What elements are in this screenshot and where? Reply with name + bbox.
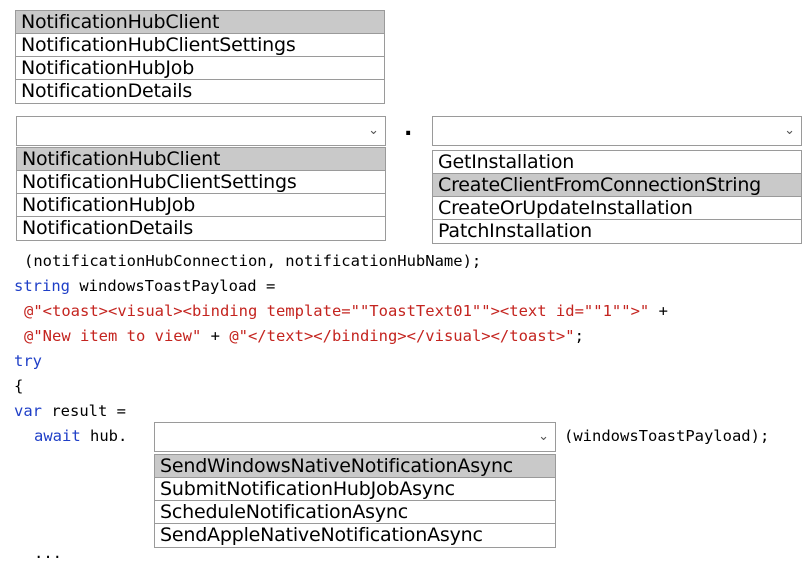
list-item[interactable]: SendWindowsNativeNotificationAsync	[155, 455, 555, 478]
list-item[interactable]: NotificationHubClientSettings	[16, 34, 384, 57]
send-method-listbox: SendWindowsNativeNotificationAsync Submi…	[154, 454, 556, 548]
code-keyword: await	[34, 427, 81, 445]
code-string: @"New item to view"	[24, 327, 202, 345]
class-dropdown[interactable]: ⌄	[16, 116, 386, 146]
code-line-8: await hub.	[34, 427, 127, 445]
code-text: +	[201, 327, 230, 345]
code-text: ...	[34, 544, 62, 562]
code-text: hub.	[80, 427, 128, 445]
code-text: windowsToastPayload =	[70, 277, 276, 295]
list-item[interactable]: NotificationHubClientSettings	[17, 171, 385, 194]
code-line-6: {	[14, 377, 23, 395]
code-line-4: @"New item to view" + @"</text></binding…	[24, 327, 584, 345]
list-item[interactable]: CreateOrUpdateInstallation	[433, 197, 801, 220]
code-line-1: (notificationHubConnection, notification…	[24, 252, 481, 270]
code-line-8-tail: (windowsToastPayload);	[564, 427, 769, 445]
code-text: (windowsToastPayload);	[564, 427, 770, 445]
code-text: +	[649, 302, 668, 320]
chevron-down-icon: ⌄	[538, 428, 549, 444]
code-keyword: string	[14, 277, 70, 295]
code-string: @"</text></binding></visual></toast>"	[229, 327, 575, 345]
dot-separator: .	[404, 116, 413, 141]
list-item[interactable]: NotificationDetails	[17, 217, 385, 240]
list-item[interactable]: SendAppleNativeNotificationAsync	[155, 524, 555, 547]
chevron-down-icon: ⌄	[368, 122, 379, 138]
code-text: (notificationHubConnection, notification…	[24, 252, 482, 270]
code-line-7: var result =	[14, 402, 126, 420]
list-item[interactable]: PatchInstallation	[433, 220, 801, 243]
code-text: ;	[574, 327, 584, 345]
class-listbox-2: NotificationHubClient NotificationHubCli…	[16, 147, 386, 241]
list-item[interactable]: NotificationHubClient	[16, 11, 384, 34]
list-item[interactable]: CreateClientFromConnectionString	[433, 174, 801, 197]
method-listbox: GetInstallation CreateClientFromConnecti…	[432, 150, 802, 244]
list-item[interactable]: NotificationHubJob	[16, 57, 384, 80]
code-line-2: string windowsToastPayload =	[14, 277, 275, 295]
code-keyword: var	[14, 402, 42, 420]
code-line-9: ...	[34, 544, 62, 562]
list-item[interactable]: GetInstallation	[433, 151, 801, 174]
chevron-down-icon: ⌄	[784, 122, 795, 138]
code-text: {	[14, 377, 24, 395]
code-line-5: try	[14, 352, 42, 370]
list-item[interactable]: NotificationHubJob	[17, 194, 385, 217]
code-string: @"<toast><visual><binding template=""Toa…	[24, 302, 650, 320]
class-listbox-1: NotificationHubClient NotificationHubCli…	[15, 10, 385, 104]
code-text: result =	[42, 402, 126, 420]
send-method-dropdown[interactable]: ⌄	[154, 422, 556, 452]
list-item[interactable]: NotificationDetails	[16, 80, 384, 103]
list-item[interactable]: SubmitNotificationHubJobAsync	[155, 478, 555, 501]
list-item[interactable]: NotificationHubClient	[17, 148, 385, 171]
code-keyword: try	[14, 352, 42, 370]
list-item[interactable]: ScheduleNotificationAsync	[155, 501, 555, 524]
code-line-3: @"<toast><visual><binding template=""Toa…	[24, 302, 668, 320]
method-dropdown[interactable]: ⌄	[432, 116, 802, 146]
